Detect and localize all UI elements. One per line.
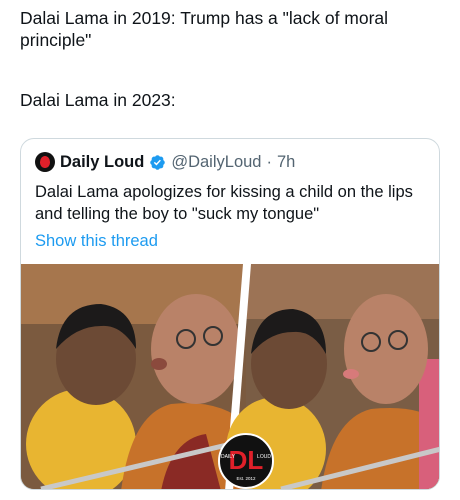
tweet-media-image[interactable]: DL DAILY LOUD Est. 2012 <box>21 264 439 489</box>
watermark-logo-letters: DL <box>229 445 264 475</box>
show-thread-link[interactable]: Show this thread <box>35 232 158 251</box>
monk-face-right <box>344 294 428 404</box>
media-photo-collage: DL DAILY LOUD Est. 2012 <box>21 264 439 489</box>
quoted-tweet-header: Daily Loud @DailyLoud · 7h <box>35 151 295 173</box>
watermark-right-text: LOUD <box>257 454 271 460</box>
timestamp[interactable]: 7h <box>277 153 295 172</box>
author-name[interactable]: Daily Loud <box>60 153 144 172</box>
author-handle[interactable]: @DailyLoud <box>171 153 261 172</box>
caption-line-2023: Dalai Lama in 2023: <box>20 90 176 110</box>
watermark-left-text: DAILY <box>221 454 236 460</box>
quoted-tweet-card[interactable]: Daily Loud @DailyLoud · 7h Dalai Lama ap… <box>20 138 440 490</box>
monk-face-left <box>151 294 241 404</box>
verified-badge-icon <box>150 154 166 170</box>
avatar[interactable] <box>35 152 55 172</box>
caption-line-2019: Dalai Lama in 2019: Trump has a "lack of… <box>20 8 389 50</box>
daily-loud-watermark: DL DAILY LOUD Est. 2012 <box>218 433 274 489</box>
quoted-tweet-text: Dalai Lama apologizes for kissing a chil… <box>35 183 413 223</box>
watermark-est-text: Est. 2012 <box>236 476 256 481</box>
separator-dot: · <box>266 152 272 171</box>
